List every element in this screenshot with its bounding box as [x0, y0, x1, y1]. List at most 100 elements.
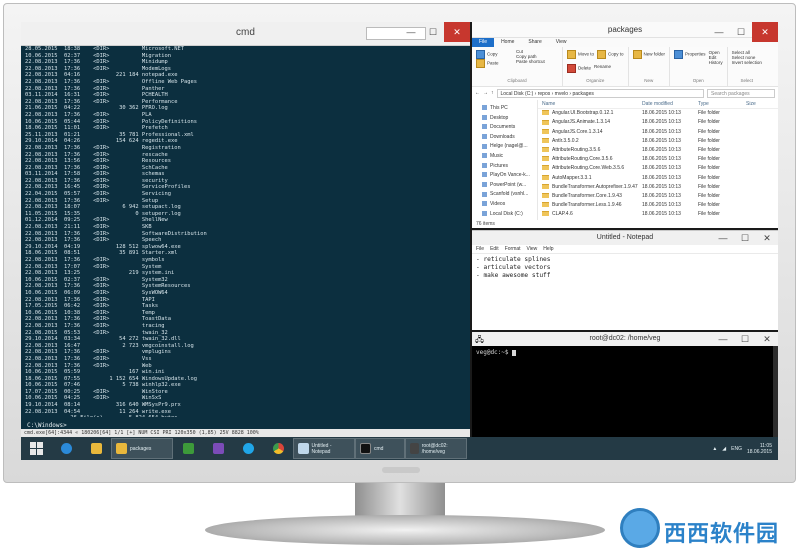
taskbar-visual-studio[interactable] — [203, 438, 233, 459]
file-row[interactable]: CLAP.4.6 18.06.2015 10:13 File folder — [538, 210, 778, 219]
terminal-output[interactable]: veg@dc:~$ — [472, 346, 778, 359]
nav-item[interactable]: Videos — [474, 200, 535, 210]
file-row[interactable]: AngularJS.Core.1.3.14 18.06.2015 10:13 Fil… — [538, 128, 778, 137]
explorer-window[interactable]: packages — ☐ ✕ File Home Share View Copy… — [472, 22, 778, 228]
tab-share[interactable]: Share — [521, 38, 548, 47]
file-row[interactable]: AttributeRouting.Core.Web.3.5.6 18.06.201… — [538, 164, 778, 173]
file-name-text: AttributeRouting.Core.3.5.6 — [552, 156, 613, 163]
nav-item[interactable]: PowerPoint (w... — [474, 181, 535, 191]
column-size[interactable]: Size — [746, 100, 778, 108]
language-indicator[interactable]: ENG — [731, 446, 742, 452]
cmd-line: 11.05.2015 15:35 0 setuperr.log — [25, 210, 181, 217]
nav-item[interactable]: PlayOn Vance-k... — [474, 171, 535, 181]
terminal-titlebar[interactable]: 🖧 root@dc02: /home/veg — ☐ ✕ — [472, 332, 778, 346]
move-to-button[interactable]: Move to — [567, 50, 594, 59]
tab-home[interactable]: Home — [494, 38, 521, 47]
minimize-icon[interactable]: — — [712, 231, 734, 245]
menu-file[interactable]: File — [476, 245, 484, 253]
taskbar-cmd[interactable]: cmd — [355, 438, 405, 459]
taskbar-ie[interactable] — [51, 438, 81, 459]
volume-icon[interactable]: ◢ — [722, 446, 726, 452]
column-type[interactable]: Type — [698, 100, 746, 108]
taskbar-notepad[interactable]: Untitled - Notepad — [293, 438, 355, 459]
back-arrow-icon[interactable]: ← — [475, 90, 480, 96]
nav-item[interactable]: Desktop — [474, 114, 535, 124]
menu-edit[interactable]: Edit — [490, 245, 499, 253]
taskbar-terminal[interactable]: root@dc02: /home/veg — [405, 438, 467, 459]
taskbar-file-explorer[interactable] — [81, 438, 111, 459]
maximize-icon[interactable]: ☐ — [734, 332, 756, 346]
tab-file[interactable]: File — [472, 38, 495, 47]
properties-button[interactable]: Properties — [674, 50, 706, 65]
file-row[interactable]: AngularJS.Animate.1.3.14 18.06.2015 10:13… — [538, 118, 778, 127]
cmd-prompt[interactable]: C:\Windows> — [27, 422, 67, 429]
cmd-titlebar[interactable]: cmd — ☐ ✕ — [21, 22, 470, 46]
clock[interactable]: 11:05 18.06.2015 — [747, 443, 772, 455]
rename-button[interactable]: Rename — [594, 64, 611, 73]
maximize-icon[interactable]: ☐ — [730, 22, 752, 42]
invert-selection-button[interactable]: Invert selection — [732, 60, 762, 65]
file-row[interactable]: AttributeRouting.3.5.6 18.06.2015 10:13 Fi… — [538, 146, 778, 155]
minimize-icon[interactable]: — — [708, 22, 730, 42]
notepad-window[interactable]: Untitled - Notepad — ☐ ✕ File Edit Forma… — [472, 230, 778, 330]
nav-item[interactable]: Documents — [474, 123, 535, 133]
close-icon[interactable]: ✕ — [444, 22, 470, 42]
close-icon[interactable]: ✕ — [752, 22, 778, 42]
file-row[interactable]: BundleTransformer.Core.1.9.43 18.06.2015 … — [538, 192, 778, 201]
tab-view[interactable]: View — [549, 38, 574, 47]
maximize-icon[interactable]: ☐ — [422, 22, 444, 42]
history-button[interactable]: History — [709, 60, 723, 65]
file-row[interactable]: BundleTransformer.Less.1.9.46 18.06.2015 … — [538, 201, 778, 210]
minimize-icon[interactable]: — — [400, 22, 422, 42]
delete-button[interactable]: Delete — [567, 64, 591, 73]
network-icon[interactable]: ▲ — [712, 446, 717, 452]
file-row[interactable]: AutoMapper.3.3.1 18.06.2015 10:13 File fol… — [538, 174, 778, 183]
file-name-text: AutoMapper.3.3.1 — [552, 174, 592, 181]
file-row[interactable]: Antlr.3.5.0.2 18.06.2015 10:13 File folder — [538, 137, 778, 146]
file-row[interactable]: AttributeRouting.Core.3.5.6 18.06.2015 10… — [538, 155, 778, 164]
notepad-text-area[interactable]: - reticulate splines - articulate vectors… — [472, 254, 778, 282]
menu-view[interactable]: View — [527, 245, 538, 253]
cmd-line: 22.08.2013 17:36 <DIR> SchCache — [25, 164, 168, 171]
ribbon-group-label: Clipboard — [507, 78, 527, 83]
nav-item[interactable]: Helge (nagel@... — [474, 142, 535, 152]
cmd-line: 03.11.2014 16:31 <DIR> PCHEALTH — [25, 92, 168, 99]
taskbar-project[interactable] — [173, 438, 203, 459]
file-row[interactable]: BundleTransformer.Autoprefixer.1.9.47 18.… — [538, 183, 778, 192]
address-bar[interactable]: Local Disk (C:) › repos › mvelo › packag… — [496, 88, 704, 98]
close-icon[interactable]: ✕ — [756, 332, 778, 346]
terminal-scrollbar[interactable] — [773, 346, 778, 437]
notepad-titlebar[interactable]: Untitled - Notepad — ☐ ✕ — [472, 231, 778, 245]
terminal-window[interactable]: 🖧 root@dc02: /home/veg — ☐ ✕ veg@dc:~$ — [472, 332, 778, 437]
nav-item[interactable]: Scanfold (vsnhl... — [474, 190, 535, 200]
maximize-icon[interactable]: ☐ — [734, 231, 756, 245]
column-date[interactable]: Date modified — [642, 100, 698, 108]
cmd-line: 17.07.2015 00:25 <DIR> WinStore — [25, 388, 168, 395]
ribbon-group-open: Properties Open Edit History Open — [670, 47, 728, 86]
file-name-text: BundleTransformer.Less.1.9.46 — [552, 202, 622, 209]
file-row[interactable]: Angular.UI.Bootstrap.0.12.1 18.06.2015 10… — [538, 109, 778, 118]
nav-item[interactable]: Downloads — [474, 133, 535, 143]
taskbar-skype[interactable] — [233, 438, 263, 459]
close-icon[interactable]: ✕ — [756, 231, 778, 245]
minimize-icon[interactable]: — — [712, 332, 734, 346]
explorer-titlebar[interactable]: packages — ☐ ✕ — [472, 22, 778, 42]
copy-to-button[interactable]: Copy to — [597, 50, 624, 59]
taskbar-chrome[interactable] — [263, 438, 293, 459]
paste-shortcut-button[interactable]: Paste shortcut — [516, 59, 545, 64]
menu-format[interactable]: Format — [505, 245, 521, 253]
menu-help[interactable]: Help — [543, 245, 553, 253]
nav-item[interactable]: Music — [474, 152, 535, 162]
up-arrow-icon[interactable]: ↑ — [491, 90, 494, 96]
nav-item[interactable]: Local Disk (C:) — [474, 210, 535, 220]
start-button[interactable] — [21, 438, 51, 459]
cmd-line: 22.08.2013 17:36 <DIR> symbols — [25, 257, 165, 263]
new-folder-button[interactable]: New folder — [632, 50, 665, 59]
forward-arrow-icon[interactable]: → — [483, 90, 488, 96]
nav-item[interactable]: Pictures — [474, 162, 535, 172]
column-name[interactable]: Name — [538, 100, 642, 108]
search-input[interactable]: Search packages — [707, 88, 775, 98]
taskbar-packages[interactable]: packages — [111, 438, 173, 459]
cmd-window[interactable]: cmd — ☐ ✕ 28.05.2015 18:38 <DIR> Microso… — [21, 22, 470, 437]
nav-item[interactable]: This PC — [474, 104, 535, 114]
